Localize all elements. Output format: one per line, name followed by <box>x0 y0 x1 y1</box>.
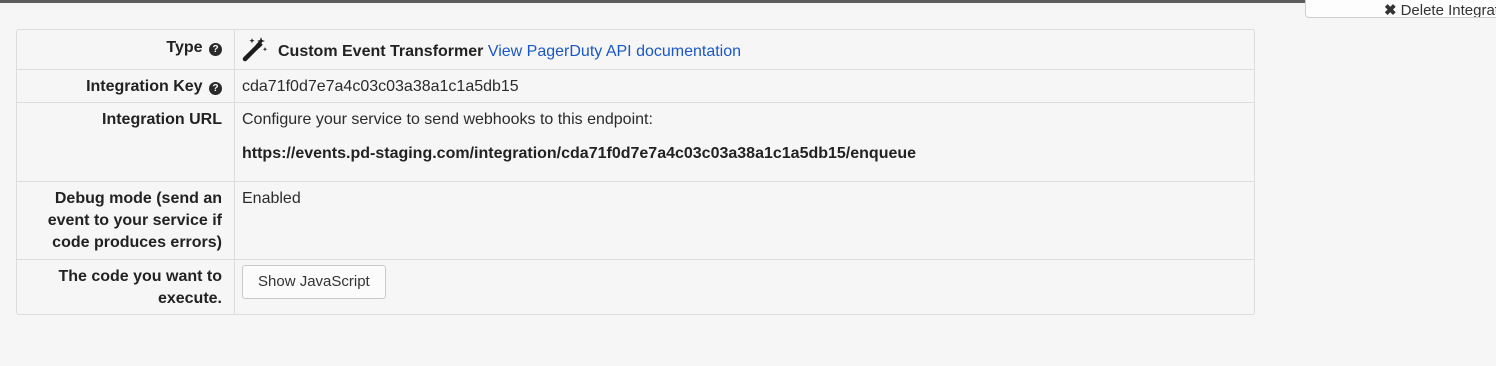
integration-url-value: https://events.pd-staging.com/integratio… <box>242 145 917 162</box>
integration-key-label-cell: Integration Key ? <box>17 70 235 102</box>
debug-mode-value: Enabled <box>242 190 301 207</box>
integration-key-row: Integration Key ? cda71f0d7e7a4c03c03a38… <box>17 69 1254 102</box>
code-label: The code you want to execute. <box>17 260 235 314</box>
top-border <box>0 0 1496 3</box>
integration-details-table: Type ? Custom Event Transformer View Pag… <box>16 29 1255 315</box>
integration-key-label: Integration Key <box>86 78 203 95</box>
code-row: The code you want to execute. Show JavaS… <box>17 259 1254 314</box>
integration-url-description: Configure your service to send webhooks … <box>242 111 653 128</box>
show-javascript-button[interactable]: Show JavaScript <box>242 265 386 299</box>
integration-key-value: cda71f0d7e7a4c03c03a38a1c1a5db15 <box>242 78 519 95</box>
integration-url-label: Integration URL <box>17 103 235 181</box>
api-documentation-link[interactable]: View PagerDuty API documentation <box>488 43 741 60</box>
integration-type-title: Custom Event Transformer <box>278 43 484 60</box>
type-value-cell: Custom Event Transformer View PagerDuty … <box>235 30 1254 69</box>
type-label: Type <box>166 39 203 56</box>
x-icon: ✖ <box>1384 2 1397 18</box>
integration-url-value-cell: Configure your service to send webhooks … <box>235 103 1254 181</box>
question-circle-icon[interactable]: ? <box>209 82 222 95</box>
delete-integration-button[interactable]: ✖Delete Integration <box>1305 0 1496 18</box>
type-label-cell: Type ? <box>17 30 235 69</box>
magic-wand-icon <box>242 36 268 69</box>
code-value-cell: Show JavaScript <box>235 260 1254 314</box>
integration-url-row: Integration URL Configure your service t… <box>17 102 1254 181</box>
debug-mode-label: Debug mode (send an event to your servic… <box>17 182 235 259</box>
delete-integration-label: Delete Integration <box>1400 2 1496 18</box>
question-circle-icon[interactable]: ? <box>209 43 222 56</box>
debug-mode-row: Debug mode (send an event to your servic… <box>17 181 1254 259</box>
type-row: Type ? Custom Event Transformer View Pag… <box>17 30 1254 69</box>
